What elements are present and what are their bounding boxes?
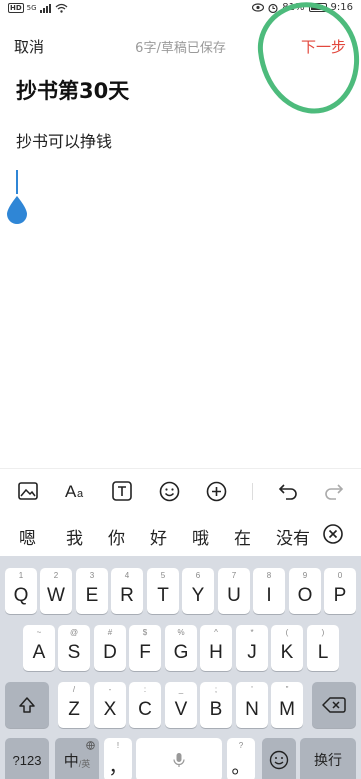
emoji-key[interactable] (262, 738, 296, 779)
text-cursor (16, 170, 18, 194)
text-format-icon[interactable]: Aa (64, 479, 90, 503)
key-h[interactable]: ^ H (200, 625, 232, 671)
enter-key[interactable]: 换行 (300, 738, 356, 779)
backspace-key[interactable] (312, 682, 356, 728)
signal-label: 5G (26, 4, 37, 12)
svg-text:A: A (65, 482, 77, 500)
key-l[interactable]: ) L (307, 625, 339, 671)
svg-text:a: a (77, 488, 84, 500)
hd-indicator: HD (8, 3, 24, 13)
key-u[interactable]: 7U (218, 568, 250, 614)
globe-icon (86, 741, 95, 750)
key-i[interactable]: 8I (253, 568, 285, 614)
post-body[interactable]: 抄书可以挣钱 (16, 128, 112, 152)
candidate-word[interactable]: 哦 (192, 524, 209, 549)
period-key[interactable]: ?。 (227, 738, 255, 779)
candidate-word[interactable]: 好 (150, 524, 167, 549)
emoji-icon (269, 750, 289, 770)
key-t[interactable]: 5T (147, 568, 179, 614)
keyboard: 1Q 2W 3E 4R 5T 6Y 7U 8I 9O 0P ~ A @ S # D $… (0, 556, 361, 779)
text-box-icon[interactable] (110, 479, 134, 503)
key-q[interactable]: 1Q (5, 568, 37, 614)
candidate-word[interactable]: 你 (108, 524, 125, 549)
candidate-word[interactable]: 没有 (276, 524, 312, 549)
key-b[interactable]: ; B (200, 682, 232, 728)
number-mode-key[interactable]: ?123 (5, 738, 49, 779)
format-toolbar: Aa (0, 468, 361, 512)
wifi-icon (55, 3, 67, 13)
space-key[interactable] (136, 738, 222, 779)
key-y[interactable]: 6Y (182, 568, 214, 614)
key-o[interactable]: 9O (289, 568, 321, 614)
shift-icon (19, 697, 35, 713)
key-v[interactable]: _ V (165, 682, 197, 728)
key-p[interactable]: 0P (324, 568, 356, 614)
undo-icon[interactable] (276, 479, 300, 503)
redo-icon[interactable] (322, 479, 346, 503)
key-g[interactable]: % G (165, 625, 197, 671)
candidate-word[interactable]: 嗯 (19, 524, 36, 549)
backspace-icon (322, 697, 346, 713)
microphone-icon (173, 753, 185, 767)
post-title[interactable]: 抄书第30天 (16, 75, 129, 105)
key-z[interactable]: / Z (58, 682, 90, 728)
key-n[interactable]: ' N (236, 682, 268, 728)
key-d[interactable]: # D (94, 625, 126, 671)
comma-key[interactable]: !， (104, 738, 132, 779)
close-candidates-icon[interactable] (322, 523, 344, 545)
add-icon[interactable] (204, 479, 228, 503)
eye-icon (252, 3, 265, 12)
key-k[interactable]: (K (271, 625, 303, 671)
key-w[interactable]: 2W (40, 568, 72, 614)
key-m[interactable]: " M (271, 682, 303, 728)
key-s[interactable]: @ S (58, 625, 90, 671)
signal-bars-icon (39, 3, 51, 13)
candidate-word[interactable]: 我 (66, 524, 83, 549)
key-j[interactable]: * J (236, 625, 268, 671)
key-f[interactable]: $ F (129, 625, 161, 671)
toolbar-divider (252, 483, 253, 500)
key-r[interactable]: 4R (111, 568, 143, 614)
image-icon[interactable] (16, 479, 40, 503)
cursor-handle-icon[interactable] (5, 194, 29, 224)
key-a[interactable]: ~ A (23, 625, 55, 671)
shift-key[interactable] (5, 682, 49, 728)
language-key[interactable]: 中/英 (55, 738, 99, 779)
candidate-word[interactable]: 在 (234, 524, 251, 549)
key-c[interactable]: :C (129, 682, 161, 728)
candidate-bar: 嗯 我 你 好 哦 在 没有 (0, 514, 361, 554)
key-x[interactable]: -X (94, 682, 126, 728)
emoji-icon[interactable] (157, 479, 181, 503)
key-e[interactable]: 3E (76, 568, 108, 614)
